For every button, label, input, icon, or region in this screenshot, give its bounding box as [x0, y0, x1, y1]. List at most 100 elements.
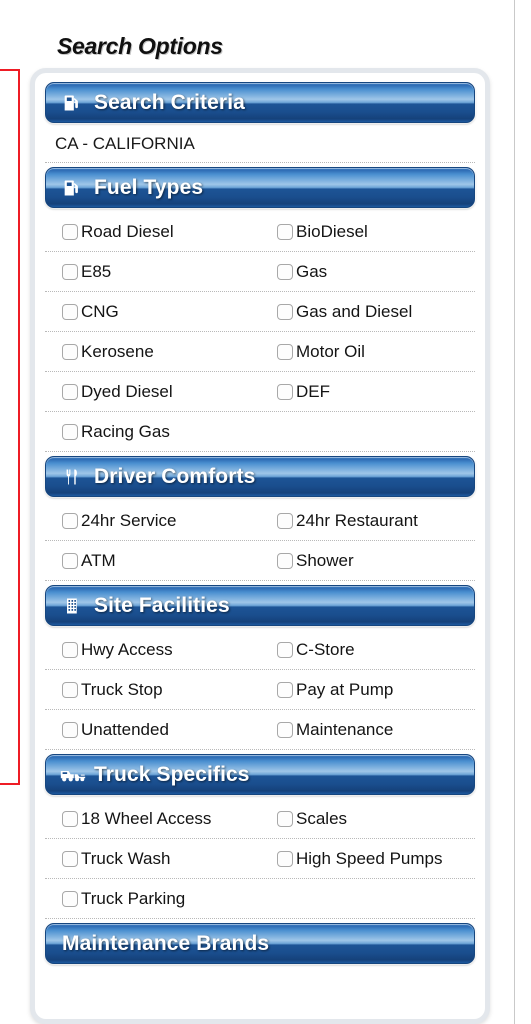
checkbox-input[interactable] — [62, 721, 78, 738]
section-header-driver-comforts[interactable]: Driver Comforts — [45, 456, 475, 497]
checkbox-input[interactable] — [277, 681, 293, 698]
checkbox-option[interactable]: BioDiesel — [260, 223, 475, 240]
checkbox-group-site-facilities: Hwy Access C-Store Truck Stop Pay at Pump Un… — [45, 630, 475, 750]
checkbox-label: Dyed Diesel — [81, 382, 173, 401]
checkbox-option[interactable]: Shower — [260, 552, 475, 569]
section-header-fuel-types[interactable]: Fuel Types — [45, 167, 475, 208]
checkbox-option[interactable]: Dyed Diesel — [45, 383, 260, 400]
checkbox-option[interactable]: Racing Gas — [45, 423, 260, 440]
checkbox-input[interactable] — [62, 681, 78, 698]
checkbox-label: ATM — [81, 551, 116, 570]
checkbox-label: Road Diesel — [81, 222, 174, 241]
red-highlight-box — [0, 69, 20, 785]
checkbox-label: 24hr Service — [81, 511, 177, 530]
checkbox-option[interactable]: Scales — [260, 810, 475, 827]
checkbox-input[interactable] — [62, 263, 78, 280]
checkbox-option[interactable]: Unattended — [45, 721, 260, 738]
truck-icon — [60, 767, 86, 783]
section-header-site-facilities[interactable]: Site Facilities — [45, 585, 475, 626]
checkbox-row: E85 Gas — [45, 252, 475, 292]
checkbox-label: 24hr Restaurant — [296, 511, 418, 530]
checkbox-option[interactable]: E85 — [45, 263, 260, 280]
checkbox-option[interactable]: Motor Oil — [260, 343, 475, 360]
checkbox-input[interactable] — [62, 383, 78, 400]
checkbox-option[interactable]: DEF — [260, 383, 475, 400]
checkbox-input[interactable] — [62, 850, 78, 867]
checkbox-input[interactable] — [277, 512, 293, 529]
checkbox-label: Motor Oil — [296, 342, 365, 361]
checkbox-label: C-Store — [296, 640, 355, 659]
checkbox-input[interactable] — [62, 552, 78, 569]
checkbox-option[interactable]: Gas — [260, 263, 475, 280]
checkbox-input[interactable] — [277, 263, 293, 280]
page-right-gutter — [515, 0, 531, 1024]
checkbox-input[interactable] — [62, 512, 78, 529]
selected-state-value: CA - CALIFORNIA — [45, 127, 475, 163]
checkbox-row: Racing Gas — [45, 412, 475, 452]
checkbox-row: Truck Wash High Speed Pumps — [45, 839, 475, 879]
checkbox-row: 18 Wheel Access Scales — [45, 799, 475, 839]
checkbox-option[interactable]: Pay at Pump — [260, 681, 475, 698]
checkbox-group-fuel-types: Road Diesel BioDiesel E85 Gas CNG Gas and Die… — [45, 212, 475, 452]
checkbox-row: ATM Shower — [45, 541, 475, 581]
checkbox-label: Kerosene — [81, 342, 154, 361]
checkbox-label: CNG — [81, 302, 119, 321]
checkbox-input[interactable] — [277, 641, 293, 658]
checkbox-input[interactable] — [62, 303, 78, 320]
checkbox-input[interactable] — [277, 850, 293, 867]
fork-knife-icon — [60, 466, 86, 488]
checkbox-label: 18 Wheel Access — [81, 809, 212, 828]
checkbox-row: Road Diesel BioDiesel — [45, 212, 475, 252]
checkbox-input[interactable] — [277, 383, 293, 400]
checkbox-label: High Speed Pumps — [296, 849, 443, 868]
checkbox-input[interactable] — [277, 223, 293, 240]
checkbox-row: Dyed Diesel DEF — [45, 372, 475, 412]
checkbox-option[interactable]: C-Store — [260, 641, 475, 658]
section-header-truck-specifics[interactable]: Truck Specifics — [45, 754, 475, 795]
checkbox-input[interactable] — [277, 303, 293, 320]
checkbox-option[interactable]: Maintenance — [260, 721, 475, 738]
checkbox-option[interactable]: CNG — [45, 303, 260, 320]
checkbox-option[interactable]: Road Diesel — [45, 223, 260, 240]
checkbox-option[interactable]: High Speed Pumps — [260, 850, 475, 867]
checkbox-row: 24hr Service 24hr Restaurant — [45, 501, 475, 541]
checkbox-option[interactable]: Kerosene — [45, 343, 260, 360]
section-title: Maintenance Brands — [62, 931, 270, 955]
checkbox-input[interactable] — [62, 343, 78, 360]
checkbox-input[interactable] — [277, 552, 293, 569]
checkbox-option[interactable]: Truck Wash — [45, 850, 260, 867]
checkbox-label: Pay at Pump — [296, 680, 394, 699]
checkbox-input[interactable] — [62, 810, 78, 827]
checkbox-input[interactable] — [62, 223, 78, 240]
checkbox-label: Truck Stop — [81, 680, 163, 699]
checkbox-input[interactable] — [62, 641, 78, 658]
checkbox-row: Unattended Maintenance — [45, 710, 475, 750]
checkbox-input[interactable] — [277, 343, 293, 360]
checkbox-input[interactable] — [62, 890, 78, 907]
checkbox-option[interactable]: Hwy Access — [45, 641, 260, 658]
checkbox-option[interactable]: 18 Wheel Access — [45, 810, 260, 827]
checkbox-option[interactable]: Truck Parking — [45, 890, 260, 907]
checkbox-label: Hwy Access — [81, 640, 173, 659]
checkbox-label: DEF — [296, 382, 330, 401]
checkbox-option[interactable]: ATM — [45, 552, 260, 569]
checkbox-option[interactable]: Gas and Diesel — [260, 303, 475, 320]
checkbox-row: Hwy Access C-Store — [45, 630, 475, 670]
checkbox-input[interactable] — [277, 810, 293, 827]
checkbox-group-driver-comforts: 24hr Service 24hr Restaurant ATM Shower — [45, 501, 475, 581]
checkbox-input[interactable] — [277, 721, 293, 738]
checkbox-row: Truck Stop Pay at Pump — [45, 670, 475, 710]
checkbox-option[interactable]: 24hr Service — [45, 512, 260, 529]
section-title: Site Facilities — [94, 593, 230, 617]
section-header-search-criteria[interactable]: Search Criteria — [45, 82, 475, 123]
fuel-pump-icon — [60, 177, 86, 199]
checkbox-option[interactable]: Truck Stop — [45, 681, 260, 698]
section-header-maintenance-brands[interactable]: Maintenance Brands — [45, 923, 475, 964]
checkbox-option[interactable]: 24hr Restaurant — [260, 512, 475, 529]
checkbox-label: Maintenance — [296, 720, 394, 739]
checkbox-row: Kerosene Motor Oil — [45, 332, 475, 372]
checkbox-input[interactable] — [62, 423, 78, 440]
search-options-viewport: Search Options Search Criteria CA - CALIF… — [0, 0, 531, 1024]
fuel-pump-icon — [60, 92, 86, 114]
checkbox-group-truck-specifics: 18 Wheel Access Scales Truck Wash High Spee… — [45, 799, 475, 919]
